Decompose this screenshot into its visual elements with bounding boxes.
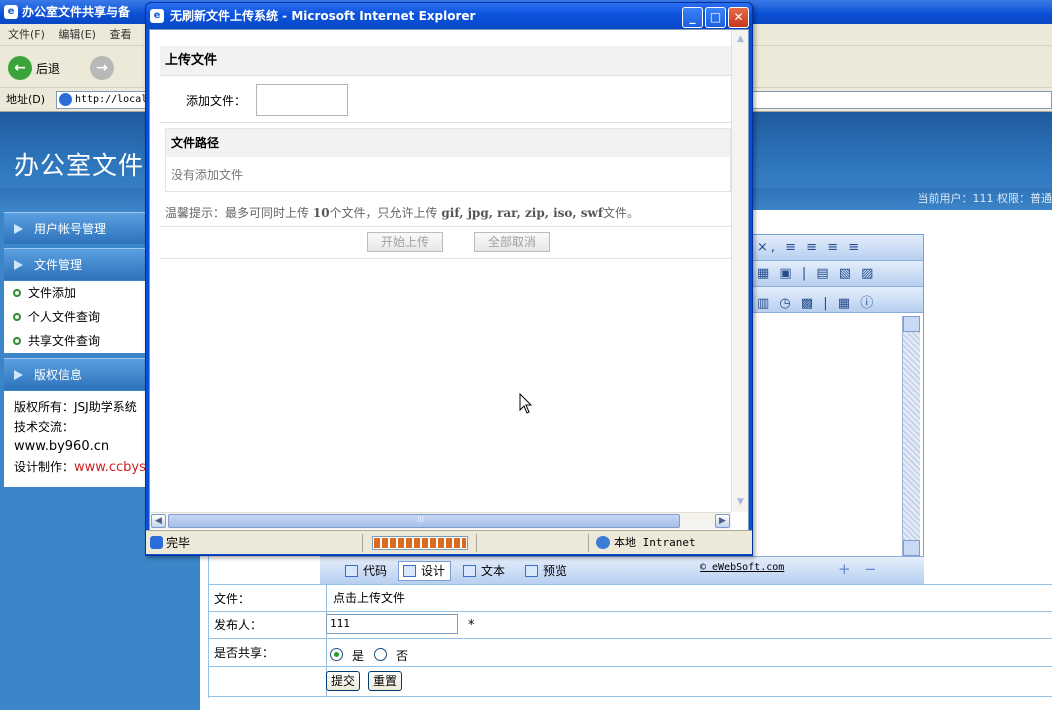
section-arrow-icon: [14, 260, 23, 270]
ie-window-icon: e: [150, 9, 164, 23]
design-url[interactable]: www.ccbys: [74, 460, 146, 475]
scroll-down-icon[interactable]: [903, 540, 920, 556]
menu-edit[interactable]: 编辑(E): [58, 28, 96, 41]
editor-mode-design[interactable]: 设计: [398, 561, 452, 581]
file-label: 文件：: [214, 592, 251, 606]
divider: [160, 226, 731, 227]
design-icon: [403, 565, 416, 577]
editor-scrollbar[interactable]: [902, 316, 920, 556]
zoom-out-icon[interactable]: −: [864, 560, 877, 578]
scroll-up-icon[interactable]: [903, 316, 920, 332]
scroll-thumb[interactable]: III: [168, 514, 680, 528]
ie-window-icon: e: [4, 5, 18, 19]
scroll-down-icon[interactable]: ▼: [733, 495, 748, 510]
site-title: 办公室文件: [14, 151, 145, 180]
share-yes-label: 是: [352, 649, 365, 663]
sidebar-item-label: 文件添加: [28, 286, 77, 300]
sidebar-item-label: 共享文件查询: [28, 334, 101, 348]
editor-mode-code[interactable]: 代码: [340, 561, 393, 581]
editor-toolbar-buttons[interactable]: ×, ≡ ≡ ≡ ≡: [757, 240, 862, 255]
code-icon: [345, 565, 358, 577]
share-no-label: 否: [396, 649, 409, 663]
popup-vertical-scrollbar[interactable]: ▲ ▼: [731, 30, 748, 512]
publisher-input[interactable]: 111: [326, 614, 458, 634]
start-upload-button[interactable]: 开始上传: [367, 232, 443, 252]
current-user-info: 当前用户：111 权限：普通: [917, 192, 1052, 205]
status-progress-bar: [372, 536, 468, 550]
editor-toolbar-buttons[interactable]: ▦ ▣ | ▤ ▧ ▨: [757, 266, 876, 281]
bg-window-title: 办公室文件共享与备: [22, 5, 131, 19]
file-path-header: 文件路径: [166, 129, 730, 157]
divider: [160, 258, 731, 259]
sidebar-item-label: 个人文件查询: [28, 310, 101, 324]
menu-file[interactable]: 文件(F): [8, 28, 45, 41]
cancel-all-button[interactable]: 全部取消: [474, 232, 550, 252]
forward-arrow-icon[interactable]: →: [90, 56, 114, 80]
bullet-icon: [13, 313, 21, 321]
publisher-label: 发布人：: [214, 618, 263, 632]
zoom-in-icon[interactable]: +: [838, 560, 851, 578]
popup-statusbar: 完毕 本地 Intranet: [146, 530, 752, 554]
address-value: http://local: [75, 94, 148, 105]
scroll-up-icon[interactable]: ▲: [733, 32, 748, 47]
share-no-radio[interactable]: [374, 648, 387, 661]
editor-mode-bar: 代码 设计 文本 预览: [320, 556, 924, 584]
security-zone: 本地 Intranet: [614, 536, 696, 549]
intranet-zone-icon: [596, 536, 610, 549]
sidebar-section-label: 用户帐号管理: [34, 222, 107, 236]
sidebar-section-label: 版权信息: [34, 368, 83, 382]
close-icon[interactable]: ✕: [728, 7, 749, 28]
mouse-cursor-icon: [519, 393, 533, 414]
bullet-icon: [13, 337, 21, 345]
share-label: 是否共享：: [214, 646, 275, 660]
minimize-icon[interactable]: _: [682, 7, 703, 28]
maximize-icon[interactable]: □: [705, 7, 726, 28]
address-label: 地址(D): [6, 93, 46, 106]
popup-title: 无刷新文件上传系统 - Microsoft Internet Explorer: [170, 9, 476, 23]
popup-horizontal-scrollbar[interactable]: ◀ III ▶: [150, 512, 731, 529]
editor-mode-text[interactable]: 文本: [458, 561, 511, 581]
bullet-icon: [13, 289, 21, 297]
page-done-icon: [150, 536, 163, 549]
editor-copyright-link[interactable]: © eWebSoft.com: [700, 562, 784, 573]
upload-file-link[interactable]: 点击上传文件: [326, 585, 1052, 612]
upload-heading: 上传文件: [160, 46, 731, 76]
popup-titlebar[interactable]: e 无刷新文件上传系统 - Microsoft Internet Explore…: [146, 3, 752, 29]
editor-toolbar-buttons[interactable]: ▥ ◷ ▩ | ▦ ⓘ: [757, 292, 876, 311]
scroll-right-icon[interactable]: ▶: [715, 514, 730, 528]
form-row-file: 文件： 点击上传文件: [208, 584, 1052, 612]
ie-page-icon: [59, 93, 72, 106]
design-label: 设计制作：: [14, 460, 75, 474]
status-text: 完毕: [166, 536, 191, 550]
menu-view[interactable]: 查看: [109, 28, 131, 41]
section-arrow-icon: [14, 370, 23, 380]
submit-button[interactable]: 提交: [326, 671, 361, 691]
upload-tip: 温馨提示：最多可同时上传 10个文件，只允许上传 gif, jpg, rar, …: [165, 206, 640, 220]
section-arrow-icon: [14, 224, 23, 234]
required-mark: *: [468, 618, 475, 633]
divider: [160, 122, 731, 123]
add-file-label: 添加文件：: [186, 94, 247, 108]
sidebar-section-label: 文件管理: [34, 258, 83, 272]
reset-button[interactable]: 重置: [368, 671, 403, 691]
text-icon: [463, 565, 476, 577]
scroll-left-icon[interactable]: ◀: [151, 514, 166, 528]
back-button-label[interactable]: 后退: [36, 60, 60, 77]
editor-mode-preview[interactable]: 预览: [520, 561, 573, 581]
add-file-button[interactable]: [256, 84, 348, 116]
back-arrow-icon[interactable]: ←: [8, 56, 32, 80]
preview-icon: [525, 565, 538, 577]
share-yes-radio[interactable]: [330, 648, 343, 661]
no-files-message: 没有添加文件: [171, 168, 244, 182]
